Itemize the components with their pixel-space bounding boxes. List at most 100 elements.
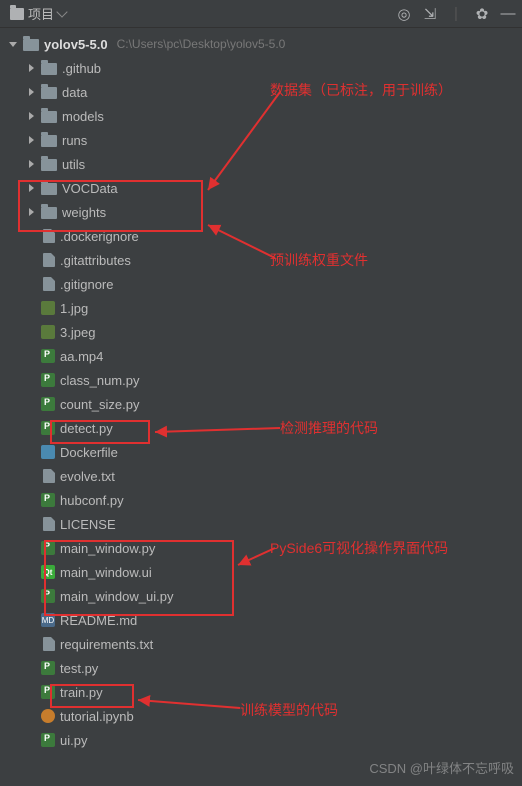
tree-item[interactable]: test.py bbox=[4, 656, 522, 680]
tree-item[interactable]: main_window.py bbox=[4, 536, 522, 560]
ui-icon: Qt bbox=[41, 565, 55, 579]
py-icon bbox=[41, 493, 55, 507]
tree-item[interactable]: utils bbox=[4, 152, 522, 176]
folder-icon bbox=[41, 87, 57, 99]
minimize-icon[interactable]: — bbox=[500, 6, 516, 22]
tree-item[interactable]: runs bbox=[4, 128, 522, 152]
root-name: yolov5-5.0 bbox=[44, 37, 108, 52]
arrow-placeholder bbox=[26, 735, 36, 745]
tree-item[interactable]: MDREADME.md bbox=[4, 608, 522, 632]
py-icon bbox=[41, 685, 55, 699]
py-icon bbox=[41, 589, 55, 603]
tree-item[interactable]: VOCData bbox=[4, 176, 522, 200]
tree-item[interactable]: Dockerfile bbox=[4, 440, 522, 464]
arrow-placeholder bbox=[26, 351, 36, 361]
folder-icon bbox=[23, 39, 39, 51]
img-icon bbox=[41, 325, 55, 339]
chevron-down-icon bbox=[56, 6, 67, 17]
tree-root[interactable]: yolov5-5.0 C:\Users\pc\Desktop\yolov5-5.… bbox=[4, 32, 522, 56]
tree-item[interactable]: data bbox=[4, 80, 522, 104]
arrow-placeholder bbox=[26, 447, 36, 457]
tree-item[interactable]: 1.jpg bbox=[4, 296, 522, 320]
expand-arrow-icon[interactable] bbox=[26, 111, 36, 121]
docker-icon bbox=[41, 445, 55, 459]
py-icon bbox=[41, 541, 55, 555]
arrow-placeholder bbox=[26, 255, 36, 265]
tree-item[interactable]: .dockerignore bbox=[4, 224, 522, 248]
tree-item[interactable]: requirements.txt bbox=[4, 632, 522, 656]
project-dropdown[interactable]: 项目 bbox=[6, 2, 70, 25]
arrow-placeholder bbox=[26, 519, 36, 529]
expand-arrow-icon[interactable] bbox=[26, 63, 36, 73]
gear-icon[interactable]: ✿ bbox=[474, 6, 490, 22]
expand-arrow-icon[interactable] bbox=[26, 183, 36, 193]
tree-item[interactable]: aa.mp4 bbox=[4, 344, 522, 368]
item-label: .gitignore bbox=[60, 277, 113, 292]
tree-item[interactable]: train.py bbox=[4, 680, 522, 704]
tree-item[interactable]: Qtmain_window.ui bbox=[4, 560, 522, 584]
toolbar: 项目 ◎ ⇲ | ✿ — bbox=[0, 0, 522, 28]
tree-item[interactable]: evolve.txt bbox=[4, 464, 522, 488]
py-icon bbox=[41, 373, 55, 387]
expand-icon[interactable]: ⇲ bbox=[422, 6, 438, 22]
folder-icon bbox=[41, 183, 57, 195]
watermark: CSDN @叶绿体不忘呼吸 bbox=[369, 758, 514, 777]
item-label: aa.mp4 bbox=[60, 349, 103, 364]
file-icon bbox=[43, 277, 55, 291]
item-label: utils bbox=[62, 157, 85, 172]
arrow-placeholder bbox=[26, 399, 36, 409]
py-icon bbox=[41, 349, 55, 363]
tree-item[interactable]: detect.py bbox=[4, 416, 522, 440]
tree-item[interactable]: class_num.py bbox=[4, 368, 522, 392]
expand-arrow-icon[interactable] bbox=[26, 135, 36, 145]
item-label: VOCData bbox=[62, 181, 118, 196]
py-icon bbox=[41, 733, 55, 747]
tree-item[interactable]: tutorial.ipynb bbox=[4, 704, 522, 728]
arrow-placeholder bbox=[26, 471, 36, 481]
arrow-placeholder bbox=[26, 495, 36, 505]
nb-icon bbox=[41, 709, 55, 723]
tree-item[interactable]: 3.jpeg bbox=[4, 320, 522, 344]
tree-item[interactable]: hubconf.py bbox=[4, 488, 522, 512]
expand-arrow-icon[interactable] bbox=[26, 87, 36, 97]
file-icon bbox=[43, 253, 55, 267]
expand-arrow-icon[interactable] bbox=[26, 207, 36, 217]
file-icon bbox=[43, 517, 55, 531]
item-label: Dockerfile bbox=[60, 445, 118, 460]
project-tree: yolov5-5.0 C:\Users\pc\Desktop\yolov5-5.… bbox=[0, 28, 522, 756]
arrow-placeholder bbox=[26, 591, 36, 601]
tree-item[interactable]: .github bbox=[4, 56, 522, 80]
tree-item[interactable]: main_window_ui.py bbox=[4, 584, 522, 608]
arrow-placeholder bbox=[26, 327, 36, 337]
arrow-placeholder bbox=[26, 423, 36, 433]
expand-arrow-icon[interactable] bbox=[8, 39, 18, 49]
arrow-placeholder bbox=[26, 639, 36, 649]
item-label: main_window.py bbox=[60, 541, 155, 556]
py-icon bbox=[41, 661, 55, 675]
divider-icon: | bbox=[448, 6, 464, 22]
md-icon: MD bbox=[41, 613, 55, 627]
tree-item[interactable]: models bbox=[4, 104, 522, 128]
target-icon[interactable]: ◎ bbox=[396, 6, 412, 22]
arrow-placeholder bbox=[26, 663, 36, 673]
tree-item[interactable]: .gitattributes bbox=[4, 248, 522, 272]
expand-arrow-icon[interactable] bbox=[26, 159, 36, 169]
arrow-placeholder bbox=[26, 231, 36, 241]
py-icon bbox=[41, 397, 55, 411]
arrow-placeholder bbox=[26, 303, 36, 313]
folder-icon bbox=[41, 207, 57, 219]
tree-item[interactable]: weights bbox=[4, 200, 522, 224]
tree-item[interactable]: count_size.py bbox=[4, 392, 522, 416]
item-label: 1.jpg bbox=[60, 301, 88, 316]
item-label: models bbox=[62, 109, 104, 124]
item-label: main_window_ui.py bbox=[60, 589, 173, 604]
folder-icon bbox=[41, 111, 57, 123]
arrow-placeholder bbox=[26, 567, 36, 577]
tree-item[interactable]: ui.py bbox=[4, 728, 522, 752]
item-label: .github bbox=[62, 61, 101, 76]
tree-item[interactable]: .gitignore bbox=[4, 272, 522, 296]
arrow-placeholder bbox=[26, 711, 36, 721]
tree-item[interactable]: LICENSE bbox=[4, 512, 522, 536]
item-label: requirements.txt bbox=[60, 637, 153, 652]
item-label: weights bbox=[62, 205, 106, 220]
